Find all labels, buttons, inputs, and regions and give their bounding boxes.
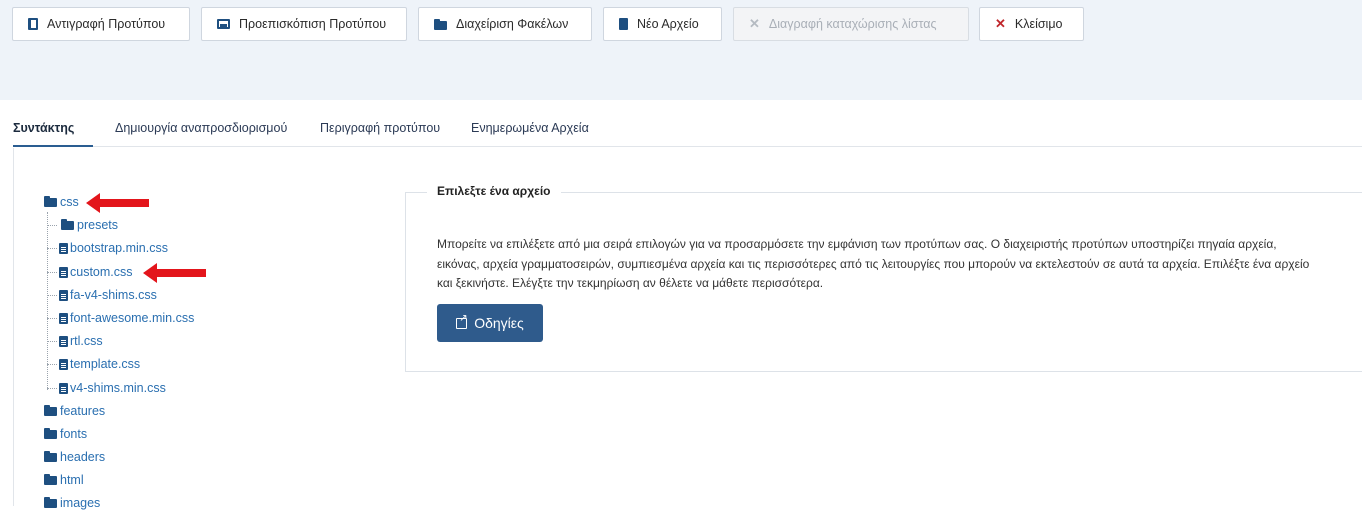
tree-folder[interactable]: html (44, 471, 84, 489)
tree-file-label: template.css (70, 357, 141, 371)
close-button[interactable]: ✕ Κλείσιμο (979, 7, 1084, 41)
file-icon (59, 382, 68, 394)
tree-folder-label: fonts (60, 427, 88, 441)
close-label: Κλείσιμο (1014, 17, 1063, 31)
tree-file[interactable]: rtl.css (59, 332, 103, 350)
documentation-button[interactable]: Οδηγίες (437, 304, 543, 342)
manage-folders-button[interactable]: Διαχείριση Φακέλων (418, 7, 592, 41)
tree-folder-label: html (60, 473, 84, 487)
description-line: Μπορείτε να επιλέξετε από μια σειρά επιλ… (437, 237, 1277, 251)
tree-folder-label: headers (60, 450, 106, 464)
file-icon (59, 358, 68, 370)
tree-folder[interactable]: features (44, 402, 105, 420)
tree-connector (47, 295, 57, 296)
delete-entry-label: Διαγραφή καταχώρισης λίστας (768, 17, 937, 31)
tree-file-label: v4-shims.min.css (70, 381, 166, 395)
tree-file-custom-css[interactable]: custom.css (59, 263, 133, 281)
tree-connector (47, 318, 57, 319)
tab-editor[interactable]: Συντάκτης (13, 118, 93, 147)
preview-template-button[interactable]: Προεπισκόπιση Προτύπου (201, 7, 407, 41)
file-icon (59, 266, 68, 278)
annotation-arrow-icon (86, 193, 149, 213)
tree-connector (47, 272, 57, 273)
tree-file[interactable]: bootstrap.min.css (59, 239, 168, 257)
tab-create-override[interactable]: Δημιουργία αναπροσδιορισμού (115, 118, 287, 145)
folder-icon (61, 218, 74, 230)
folder-icon (44, 496, 57, 508)
tree-file[interactable]: template.css (59, 355, 140, 373)
new-file-button[interactable]: Νέο Αρχείο (603, 7, 722, 41)
tree-file[interactable]: v4-shims.min.css (59, 379, 166, 397)
annotation-arrow-icon (143, 263, 206, 283)
tree-file[interactable]: font-awesome.min.css (59, 309, 194, 327)
documentation-label: Οδηγίες (474, 315, 524, 331)
folder-icon (44, 473, 57, 485)
tree-folder[interactable]: fonts (44, 425, 87, 443)
tree-folder-label: css (60, 195, 79, 209)
folder-icon (44, 427, 57, 439)
tab-template-description[interactable]: Περιγραφή προτύπου (320, 118, 440, 145)
tree-connector (47, 341, 57, 342)
preview-template-label: Προεπισκόπιση Προτύπου (239, 17, 387, 31)
file-icon (59, 312, 68, 324)
tree-file-label: rtl.css (70, 334, 103, 348)
tree-connector (47, 364, 57, 365)
copy-template-button[interactable]: Αντιγραφή Προτύπου (12, 7, 190, 41)
copy-icon (28, 18, 38, 30)
folder-icon (44, 195, 57, 207)
tab-updated-files[interactable]: Ενημερωμένα Αρχεία (471, 118, 589, 145)
tree-file-label: bootstrap.min.css (70, 241, 168, 255)
delete-entry-button[interactable]: ✕ Διαγραφή καταχώρισης λίστας (733, 7, 969, 41)
tree-folder[interactable]: headers (44, 448, 105, 466)
tree-connector (47, 225, 57, 226)
delete-x-icon: ✕ (749, 16, 760, 31)
panel-description: Μπορείτε να επιλέξετε από μια σειρά επιλ… (437, 235, 1362, 294)
file-icon (59, 289, 68, 301)
tree-connector (47, 388, 57, 389)
preview-icon (217, 19, 230, 29)
copy-template-label: Αντιγραφή Προτύπου (47, 17, 166, 31)
file-icon (59, 242, 68, 254)
tree-folder-label: images (60, 496, 101, 510)
tree-folder-label: presets (77, 218, 118, 232)
close-x-icon: ✕ (995, 16, 1006, 31)
left-pane-border (13, 148, 14, 506)
folder-icon (44, 404, 57, 416)
file-icon (619, 18, 628, 30)
tree-connector (47, 248, 57, 249)
description-line: και ξεκινήστε. Ελέγξτε την τεκμηρίωση αν… (437, 276, 824, 290)
fieldset-legend: Επιλεξτε ένα αρχείο (427, 184, 561, 198)
tree-file-label: font-awesome.min.css (70, 311, 195, 325)
new-file-label: Νέο Αρχείο (637, 17, 699, 31)
tree-folder-label: features (60, 404, 106, 418)
tree-folder[interactable]: images (44, 494, 100, 512)
manage-folders-label: Διαχείριση Φακέλων (456, 17, 569, 31)
external-link-icon (456, 313, 468, 329)
folder-icon (434, 18, 447, 30)
file-icon (59, 335, 68, 347)
tree-file-label: fa-v4-shims.css (70, 288, 157, 302)
tree-file[interactable]: fa-v4-shims.css (59, 286, 157, 304)
tree-folder-presets[interactable]: presets (61, 216, 118, 234)
description-line: εικόνας, αρχεία γραμματοσειρών, συμπιεσμ… (437, 256, 1310, 271)
tree-folder-css[interactable]: css (44, 193, 79, 211)
folder-icon (44, 450, 57, 462)
tab-bar: Συντάκτης Δημιουργία αναπροσδιορισμού Πε… (13, 118, 1362, 147)
tree-file-label: custom.css (70, 265, 133, 279)
